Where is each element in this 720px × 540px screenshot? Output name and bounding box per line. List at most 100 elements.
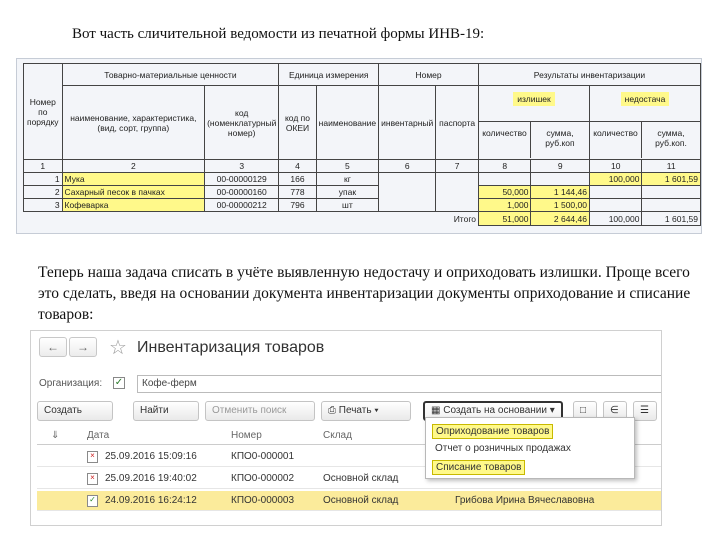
header-passport: паспорта (435, 85, 479, 160)
table-row-selected[interactable]: ✓ 24.09.2016 16:24:12 КПО0-000003 Основн… (37, 491, 661, 511)
instruction-paragraph: Теперь наша задача списать в учёте выявл… (38, 264, 691, 323)
header-surplus-qty: количество (479, 122, 531, 158)
header-shortage: недостача (620, 92, 670, 106)
col-num: 7 (435, 159, 479, 173)
header-unit: Единица измерения (278, 63, 380, 86)
header-result: Результаты инвентаризации (477, 63, 702, 86)
header-inventory: инвентарный (378, 85, 437, 160)
row-name: Сахарный песок в пачках (61, 185, 206, 199)
row-code: 00-00000212 (204, 198, 280, 212)
row-unit: кг (315, 172, 380, 186)
column-date[interactable]: Дата (87, 430, 109, 441)
document-icon: × (87, 451, 98, 463)
row-date: 25.09.2016 15:09:16 (105, 451, 197, 462)
row-inventory (378, 172, 437, 212)
back-button[interactable]: ← (39, 337, 67, 357)
total-surplus-qty: 51,000 (477, 211, 532, 226)
document-icon: × (87, 473, 98, 485)
row-okei: 796 (278, 198, 317, 212)
row-surplus-sum: 1 500,00 (530, 198, 590, 212)
row-shortage-qty (588, 198, 643, 212)
table-row: 2 Сахарный песок в пачках 00-00000160 77… (23, 185, 701, 199)
sort-icon[interactable]: ⇓ (51, 430, 59, 441)
col-num: 6 (378, 159, 437, 173)
row-surplus-sum: 1 144,46 (530, 185, 590, 199)
row-unit: шт (315, 198, 380, 212)
organization-label: Организация: (39, 378, 103, 389)
organization-checkbox[interactable]: ✓ (113, 377, 125, 389)
col-num: 9 (530, 159, 590, 173)
create-button[interactable]: Создать (37, 401, 113, 421)
list-button[interactable]: ☰ (633, 401, 657, 421)
list-icon: ☰ (640, 405, 649, 416)
row-shortage-qty (588, 185, 643, 199)
print-label: Печать (338, 405, 372, 416)
menu-item-retail-report[interactable]: Отчет о розничных продажах (432, 442, 574, 455)
cancel-search-button[interactable]: Отменить поиск (205, 401, 315, 421)
header-name: наименование, характеристика, (вид, сорт… (61, 85, 206, 160)
col-num: 2 (61, 159, 206, 173)
col-num: 1 (23, 159, 63, 173)
organization-filter: Организация: ✓ Кофе-ферм (39, 375, 661, 393)
intro-heading: Вот часть сличительной ведомости из печа… (72, 26, 485, 42)
menu-item-receipt[interactable]: Оприходование товаров (432, 424, 554, 439)
organization-field[interactable]: Кофе-ферм (137, 375, 661, 393)
column-numbers-row: 1 2 3 4 5 6 7 8 9 10 11 (23, 159, 701, 173)
table-row: 3 Кофеварка 00-00000212 796 шт 1,000 1 5… (23, 198, 701, 212)
col-num: 11 (641, 159, 701, 173)
col-num: 5 (315, 159, 380, 173)
copy-icon: □ (580, 405, 587, 416)
row-surplus-qty (477, 172, 532, 186)
row-number: 3 (23, 198, 63, 212)
header-number: Номер по порядку (23, 63, 63, 160)
column-number[interactable]: Номер (231, 430, 262, 441)
row-surplus-sum (530, 172, 590, 186)
col-num: 3 (204, 159, 280, 173)
print-button[interactable]: ⎙ Печать ▾ (321, 401, 411, 421)
header-okei: код по ОКЕИ (278, 85, 317, 160)
row-name: Мука (61, 172, 206, 186)
header-nomer: Номер (378, 63, 479, 86)
forward-button[interactable]: → (69, 337, 97, 357)
create-based-label: Создать на основании (443, 405, 547, 416)
header-shortage-qty: количество (590, 122, 642, 158)
inventory-sheet: Номер по порядку Товарно-материальные це… (16, 58, 702, 234)
row-number: КПО0-000003 (231, 495, 295, 506)
chevron-down-icon: ▾ (546, 405, 555, 416)
row-shortage-sum: 1 601,59 (641, 172, 701, 186)
col-num: 4 (278, 159, 317, 173)
arrow-left-icon: ← (47, 340, 59, 354)
total-surplus-sum: 2 644,46 (530, 211, 590, 226)
row-number: 1 (23, 172, 63, 186)
document-icon: ✓ (87, 495, 98, 507)
total-shortage-qty: 100,000 (588, 211, 643, 226)
row-surplus-qty: 1,000 (477, 198, 532, 212)
col-num: 8 (477, 159, 532, 173)
total-row: Итого 51,000 2 644,46 100,000 1 601,59 (24, 211, 701, 226)
window-title: Инвентаризация товаров (137, 339, 325, 356)
col-num: 10 (588, 159, 643, 173)
favorite-star-icon[interactable]: ☆ (109, 335, 127, 360)
row-responsible: Грибова Ирина Вячеславовна (455, 495, 595, 506)
header-goods: Товарно-материальные ценности (61, 63, 280, 86)
row-code: 00-00000129 (204, 172, 280, 186)
paperclip-icon: ∈ (610, 405, 619, 416)
find-button[interactable]: Найти (133, 401, 199, 421)
row-number: КПО0-000002 (231, 473, 295, 484)
header-unitname: наименование (315, 85, 380, 160)
arrow-right-icon: → (77, 340, 89, 354)
row-number: КПО0-000001 (231, 451, 295, 462)
menu-item-write-off[interactable]: Списание товаров (432, 460, 526, 475)
header-code: код (номенклатурный номер) (204, 85, 280, 160)
row-okei: 778 (278, 185, 317, 199)
create-based-dropdown: Оприходование товаров Отчет о розничных … (425, 417, 635, 479)
create-based-icon: ▦ (431, 405, 444, 416)
total-shortage-sum: 1 601,59 (641, 211, 701, 226)
row-shortage-qty: 100,000 (588, 172, 643, 186)
inventory-window: ← → ☆ Инвентаризация товаров Организация… (30, 330, 662, 526)
inventory-table: Номер по порядку Товарно-материальные це… (23, 63, 702, 226)
row-name: Кофеварка (61, 198, 206, 212)
column-warehouse[interactable]: Склад (323, 430, 352, 441)
chevron-down-icon: ▾ (371, 405, 379, 416)
row-warehouse: Основной склад (323, 473, 399, 484)
